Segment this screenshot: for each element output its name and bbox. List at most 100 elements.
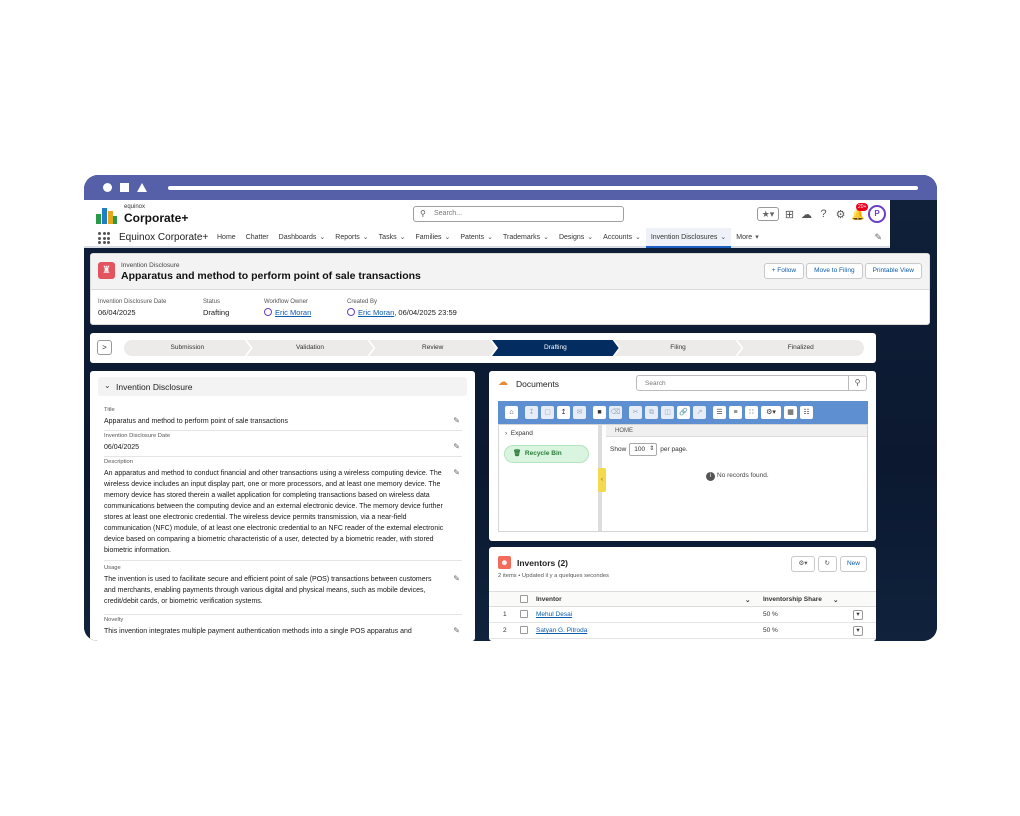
chevron-down-icon[interactable]: ⌄: [543, 234, 549, 241]
user-avatar[interactable]: P: [868, 205, 886, 223]
delete-icon[interactable]: ⌫: [609, 406, 622, 419]
home-icon[interactable]: ⌂: [505, 406, 518, 419]
circle-icon: [103, 183, 112, 192]
path-toggle-chevron-icon[interactable]: >: [97, 340, 112, 355]
path-stage-validation[interactable]: Validation: [247, 340, 374, 356]
recycle-bin-button[interactable]: 🗑 Recycle Bin: [504, 445, 589, 463]
grid-view-icon[interactable]: ∷: [745, 406, 758, 419]
nav-tab-invention-disclosures[interactable]: Invention Disclosures ⌄: [645, 228, 732, 248]
edit-pencil-icon[interactable]: ✎: [453, 442, 460, 451]
link-icon[interactable]: 🔗: [677, 406, 690, 419]
created-by-link[interactable]: Eric Moran: [358, 308, 394, 317]
upload-icon[interactable]: ↥: [557, 406, 570, 419]
move-to-filing-button[interactable]: Move to Filing: [806, 263, 863, 279]
inventor-link[interactable]: Satyan G. Pitroda: [536, 627, 587, 634]
chevron-down-icon[interactable]: ⌄: [487, 234, 493, 241]
paste-icon[interactable]: ◫: [661, 406, 674, 419]
edit-pencil-icon[interactable]: ✎: [453, 468, 460, 477]
chevron-down-icon[interactable]: ⌄: [635, 234, 641, 241]
stepper-arrows-icon: ⇕: [649, 446, 655, 452]
app-navigation-bar: Equinox Corporate+ Home Chatter Dashboards…: [84, 228, 890, 248]
cut-icon[interactable]: ✂: [629, 406, 642, 419]
address-bar[interactable]: [168, 186, 918, 190]
nav-tab-chatter[interactable]: Chatter: [241, 228, 274, 248]
chevron-down-icon[interactable]: ⌄: [720, 234, 726, 241]
nav-tab-trademarks[interactable]: Trademarks ⌄: [498, 228, 554, 248]
setup-gear-icon[interactable]: ⚙: [834, 208, 847, 221]
page-size-control: Show 100 ⇕ per page.: [610, 443, 688, 456]
stage-path: Submission Validation Review Drafting Filing…: [124, 340, 865, 356]
new-folder-icon[interactable]: ■: [593, 406, 606, 419]
inventors-title[interactable]: Inventors (2): [517, 558, 568, 568]
row-actions-chevron-icon[interactable]: ▾: [853, 626, 863, 636]
detail-view-icon[interactable]: ≡: [729, 406, 742, 419]
search-icon[interactable]: ⚲: [848, 376, 866, 390]
trailhead-icon[interactable]: ☁: [800, 208, 813, 221]
new-inventor-button[interactable]: New: [839, 556, 867, 572]
path-stage-finalized[interactable]: Finalized: [737, 340, 865, 356]
documents-search-input[interactable]: Search ⚲: [636, 375, 867, 391]
settings-gear-icon[interactable]: ⚙▾: [761, 406, 781, 419]
nav-tab-accounts[interactable]: Accounts ⌄: [598, 228, 646, 248]
path-stage-filing[interactable]: Filing: [615, 340, 742, 356]
column-inventor[interactable]: Inventor: [536, 596, 562, 603]
select-all-checkbox[interactable]: [520, 595, 528, 603]
chevron-down-icon[interactable]: ⌄: [319, 234, 325, 241]
notifications-bell-icon[interactable]: 🔔 20+: [851, 202, 869, 221]
chevron-down-icon[interactable]: ▾: [755, 234, 759, 241]
nav-tab-families[interactable]: Families ⌄: [410, 228, 455, 248]
refresh-icon[interactable]: ↻: [817, 556, 837, 572]
nav-tab-reports[interactable]: Reports ⌄: [330, 228, 373, 248]
sort-chevron-icon[interactable]: ⌄: [745, 596, 750, 604]
edit-pencil-icon[interactable]: ✎: [453, 626, 460, 635]
app-launcher-icon[interactable]: [98, 232, 110, 244]
printable-view-button[interactable]: Printable View: [864, 263, 922, 279]
download-icon[interactable]: ↧: [525, 406, 538, 419]
section-header[interactable]: ⌄ Invention Disclosure: [98, 377, 467, 396]
collapse-pane-handle[interactable]: ‹: [598, 468, 606, 492]
breadcrumb-home[interactable]: HOME: [606, 425, 867, 437]
global-actions-plus-icon[interactable]: ⊞: [783, 208, 796, 221]
preview-icon[interactable]: ▢: [541, 406, 554, 419]
nav-tab-home[interactable]: Home: [212, 228, 241, 248]
path-stage-review[interactable]: Review: [369, 340, 496, 356]
favorites-star-icon[interactable]: ★▾: [757, 207, 779, 221]
list-view-icon[interactable]: ☰: [713, 406, 726, 419]
chevron-down-icon[interactable]: ⌄: [400, 234, 406, 241]
follow-button[interactable]: + Follow: [763, 263, 805, 279]
workflow-owner-link[interactable]: Eric Moran: [275, 308, 311, 317]
nav-tab-designs[interactable]: Designs ⌄: [554, 228, 598, 248]
copy-icon[interactable]: ⧉: [645, 406, 658, 419]
nav-tab-dashboards[interactable]: Dashboards ⌄: [274, 228, 331, 248]
path-stage-drafting[interactable]: Drafting: [492, 340, 619, 356]
nav-tab-patents[interactable]: Patents ⌄: [455, 228, 498, 248]
column-inventorship-share[interactable]: Inventorship Share: [763, 596, 822, 603]
sort-chevron-icon[interactable]: ⌄: [833, 596, 838, 604]
nav-tab-more[interactable]: More ▾: [731, 228, 763, 248]
expand-toggle[interactable]: › Expand: [505, 430, 533, 437]
columns-icon[interactable]: ▦: [784, 406, 797, 419]
chevron-down-icon[interactable]: ⌄: [587, 234, 593, 241]
square-icon: [120, 183, 129, 192]
chevron-down-icon[interactable]: ⌄: [445, 234, 451, 241]
edit-nav-pencil-icon[interactable]: ✎: [874, 232, 882, 243]
list-settings-gear-icon[interactable]: ⚙▾: [791, 556, 815, 572]
page-size-select[interactable]: 100 ⇕: [629, 443, 658, 456]
row-checkbox[interactable]: [520, 626, 528, 634]
folder-tree: › Expand 🗑 Recycle Bin: [499, 425, 602, 531]
row-checkbox[interactable]: [520, 610, 528, 618]
options-list-icon[interactable]: ☷: [800, 406, 813, 419]
chevron-down-icon[interactable]: ⌄: [363, 234, 369, 241]
edit-pencil-icon[interactable]: ✎: [453, 574, 460, 583]
path-stage-submission[interactable]: Submission: [124, 340, 251, 356]
row-actions-chevron-icon[interactable]: ▾: [853, 610, 863, 620]
inventor-link[interactable]: Mehul Desai: [536, 611, 572, 618]
help-icon[interactable]: ?: [817, 208, 830, 220]
edit-pencil-icon[interactable]: ✎: [453, 416, 460, 425]
company-logo[interactable]: [96, 205, 118, 224]
global-search-input[interactable]: ⚲ Search...: [413, 206, 624, 222]
email-icon[interactable]: ✉: [573, 406, 586, 419]
move-icon[interactable]: ↗: [693, 406, 706, 419]
inventors-actions: ⚙▾ ↻ New: [791, 556, 867, 572]
nav-tab-tasks[interactable]: Tasks ⌄: [374, 228, 411, 248]
